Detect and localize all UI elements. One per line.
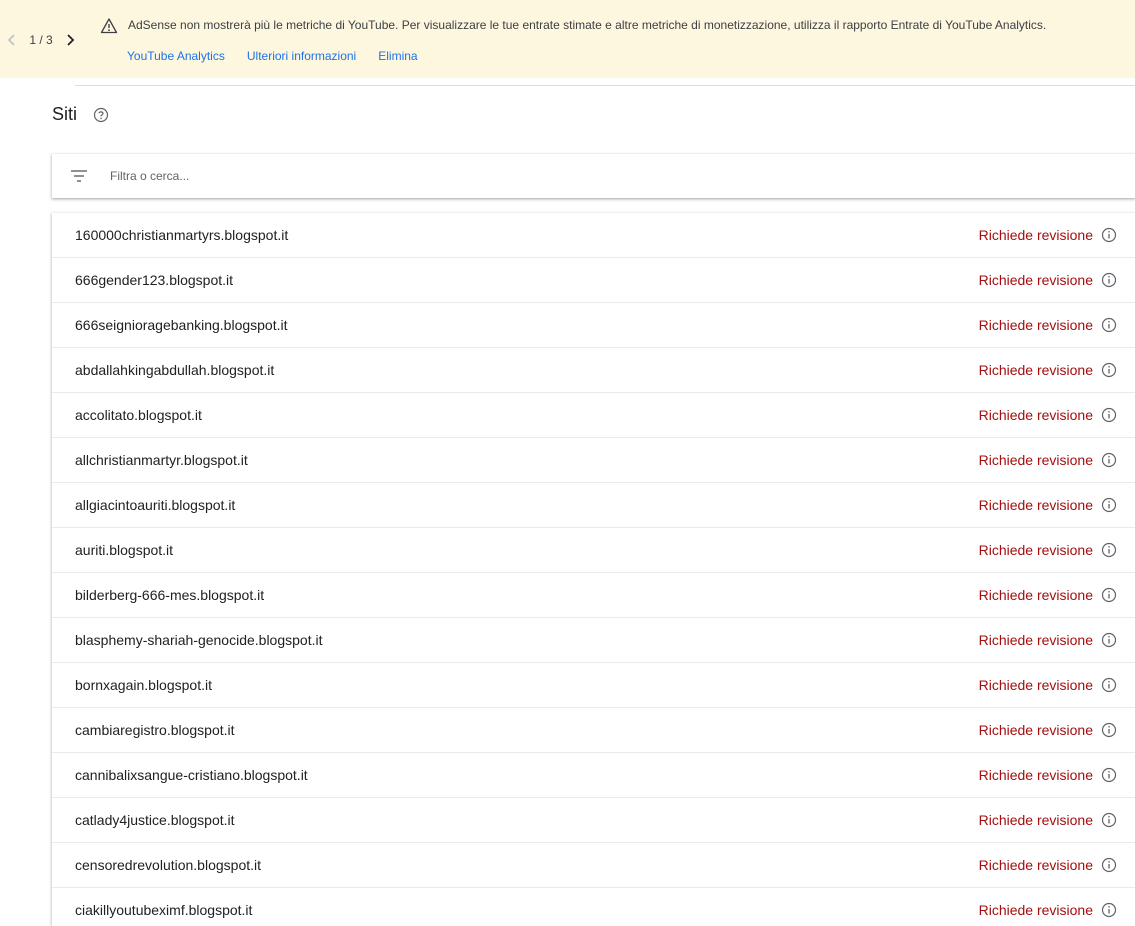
site-status: Richiede revisione (978, 227, 1093, 243)
site-name: allgiacintoauriti.blogspot.it (75, 497, 236, 513)
site-status: Richiede revisione (978, 722, 1093, 738)
info-icon[interactable] (1100, 856, 1118, 874)
info-icon[interactable] (1100, 766, 1118, 784)
site-row[interactable]: catlady4justice.blogspot.it Richiede rev… (52, 798, 1135, 843)
site-status: Richiede revisione (978, 767, 1093, 783)
site-row[interactable]: 666gender123.blogspot.it Richiede revisi… (52, 258, 1135, 303)
info-icon[interactable] (1100, 676, 1118, 694)
site-name: bilderberg-666-mes.blogspot.it (75, 587, 265, 603)
site-name: blasphemy-shariah-genocide.blogspot.it (75, 632, 323, 648)
site-status: Richiede revisione (978, 362, 1093, 378)
help-circle-icon[interactable] (92, 106, 110, 124)
info-icon[interactable] (1100, 271, 1118, 289)
site-row[interactable]: cambiaregistro.blogspot.it Richiede revi… (52, 708, 1135, 753)
site-status: Richiede revisione (978, 587, 1093, 603)
chevron-left-icon (7, 34, 15, 46)
info-icon[interactable] (1100, 316, 1118, 334)
site-row[interactable]: bornxagain.blogspot.it Richiede revision… (52, 663, 1135, 708)
site-name: cambiaregistro.blogspot.it (75, 722, 235, 738)
info-icon[interactable] (1100, 631, 1118, 649)
site-status: Richiede revisione (978, 542, 1093, 558)
page-title: Siti (52, 104, 78, 124)
site-status: Richiede revisione (978, 407, 1093, 423)
site-row[interactable]: allgiacintoauriti.blogspot.it Richiede r… (52, 483, 1135, 528)
site-name: 666seignioragebanking.blogspot.it (75, 317, 288, 333)
sites-list: 160000christianmartyrs.blogspot.it Richi… (52, 213, 1135, 926)
header-divider (75, 85, 1135, 86)
site-name: accolitato.blogspot.it (75, 407, 202, 423)
site-status: Richiede revisione (978, 272, 1093, 288)
filter-search-input[interactable] (110, 164, 1010, 188)
site-status: Richiede revisione (978, 632, 1093, 648)
site-row[interactable]: abdallahkingabdullah.blogspot.it Richied… (52, 348, 1135, 393)
dismiss-link[interactable]: Elimina (378, 49, 417, 63)
site-row[interactable]: auriti.blogspot.it Richiede revisione (52, 528, 1135, 573)
info-icon[interactable] (1100, 226, 1118, 244)
info-icon[interactable] (1100, 901, 1118, 919)
site-status: Richiede revisione (978, 857, 1093, 873)
site-name: bornxagain.blogspot.it (75, 677, 212, 693)
info-icon[interactable] (1100, 406, 1118, 424)
info-icon[interactable] (1100, 496, 1118, 514)
site-row[interactable]: censoredrevolution.blogspot.it Richiede … (52, 843, 1135, 888)
site-name: catlady4justice.blogspot.it (75, 812, 235, 828)
site-row[interactable]: 666seignioragebanking.blogspot.it Richie… (52, 303, 1135, 348)
site-row[interactable]: 160000christianmartyrs.blogspot.it Richi… (52, 213, 1135, 258)
site-status: Richiede revisione (978, 812, 1093, 828)
site-row[interactable]: allchristianmartyr.blogspot.it Richiede … (52, 438, 1135, 483)
site-name: auriti.blogspot.it (75, 542, 174, 558)
next-notification-button[interactable] (58, 28, 82, 52)
notification-banner: 1 / 3 AdSense non mostrerà più le metric… (0, 0, 1135, 78)
site-status: Richiede revisione (978, 497, 1093, 513)
site-row[interactable]: blasphemy-shariah-genocide.blogspot.it R… (52, 618, 1135, 663)
site-status: Richiede revisione (978, 452, 1093, 468)
site-row[interactable]: cannibalixsangue-cristiano.blogspot.it R… (52, 753, 1135, 798)
info-icon[interactable] (1100, 721, 1118, 739)
info-icon[interactable] (1100, 361, 1118, 379)
info-icon[interactable] (1100, 541, 1118, 559)
site-name: censoredrevolution.blogspot.it (75, 857, 262, 873)
site-name: abdallahkingabdullah.blogspot.it (75, 362, 275, 378)
site-status: Richiede revisione (978, 902, 1093, 918)
site-name: allchristianmartyr.blogspot.it (75, 452, 248, 468)
warning-icon (100, 18, 118, 34)
filter-icon[interactable] (69, 166, 89, 186)
banner-message: AdSense non mostrerà più le metriche di … (128, 18, 1047, 32)
pager-count: 1 / 3 (29, 33, 53, 47)
site-row[interactable]: accolitato.blogspot.it Richiede revision… (52, 393, 1135, 438)
info-icon[interactable] (1100, 811, 1118, 829)
info-icon[interactable] (1100, 586, 1118, 604)
site-row[interactable]: ciakillyoutubeximf.blogspot.it Richiede … (52, 888, 1135, 926)
info-icon[interactable] (1100, 451, 1118, 469)
youtube-analytics-link[interactable]: YouTube Analytics (127, 49, 225, 63)
previous-notification-button[interactable] (0, 28, 24, 52)
banner-pager: 1 / 3 (0, 28, 82, 52)
site-row[interactable]: bilderberg-666-mes.blogspot.it Richiede … (52, 573, 1135, 618)
site-status: Richiede revisione (978, 317, 1093, 333)
site-name: 666gender123.blogspot.it (75, 272, 234, 288)
chevron-right-icon (67, 34, 75, 46)
site-name: ciakillyoutubeximf.blogspot.it (75, 902, 253, 918)
site-status: Richiede revisione (978, 677, 1093, 693)
filter-bar (52, 154, 1135, 198)
banner-actions: YouTube Analytics Ulteriori informazioni… (127, 49, 418, 63)
site-name: cannibalixsangue-cristiano.blogspot.it (75, 767, 308, 783)
learn-more-link[interactable]: Ulteriori informazioni (247, 49, 356, 63)
site-name: 160000christianmartyrs.blogspot.it (75, 227, 289, 243)
